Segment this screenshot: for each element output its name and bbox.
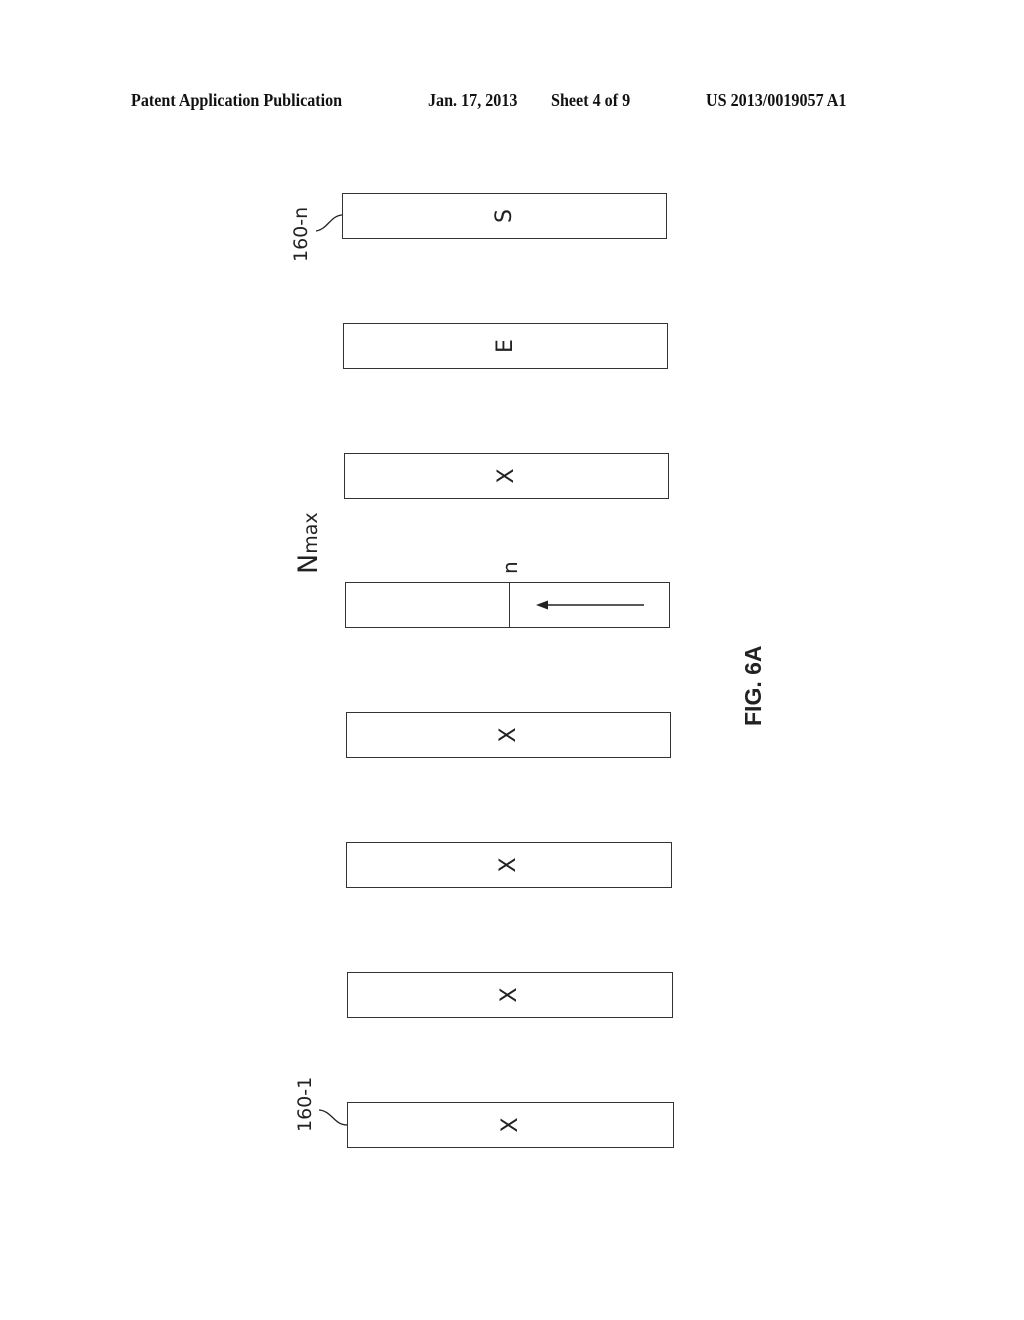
publication-date: Jan. 17, 2013: [428, 90, 518, 110]
memory-cell-7: E: [343, 323, 668, 369]
split-divider: [509, 583, 510, 627]
memory-cell-6: X: [344, 453, 669, 499]
cell-symbol: X: [497, 1117, 523, 1133]
memory-cell-1: X: [347, 1102, 674, 1148]
pointer-label-n: n: [498, 561, 522, 574]
reference-label-160-n: 160-n: [290, 206, 312, 262]
cell-symbol: E: [492, 339, 518, 353]
memory-cell-8: S: [342, 193, 667, 239]
nmax-subscript: max: [300, 512, 322, 554]
memory-cell-3: X: [346, 842, 672, 888]
publication-number: US 2013/0019057 A1: [706, 90, 847, 110]
memory-cell-2: X: [347, 972, 673, 1018]
cell-symbol: X: [496, 857, 521, 873]
cell-symbol: S: [491, 209, 517, 223]
cell-symbol: X: [495, 727, 521, 743]
cell-symbol: X: [493, 468, 519, 484]
figure-caption: FIG. 6A: [740, 645, 766, 726]
cell-symbol: X: [497, 987, 522, 1003]
nmax-label: Nmax: [293, 512, 324, 574]
sheet-number: Sheet 4 of 9: [551, 90, 631, 110]
memory-cell-5-split: [345, 582, 670, 628]
nmax-base: N: [293, 553, 324, 574]
publication-type: Patent Application Publication: [131, 90, 343, 110]
memory-cell-4: X: [346, 712, 671, 758]
reference-label-160-1: 160-1: [294, 1076, 316, 1132]
